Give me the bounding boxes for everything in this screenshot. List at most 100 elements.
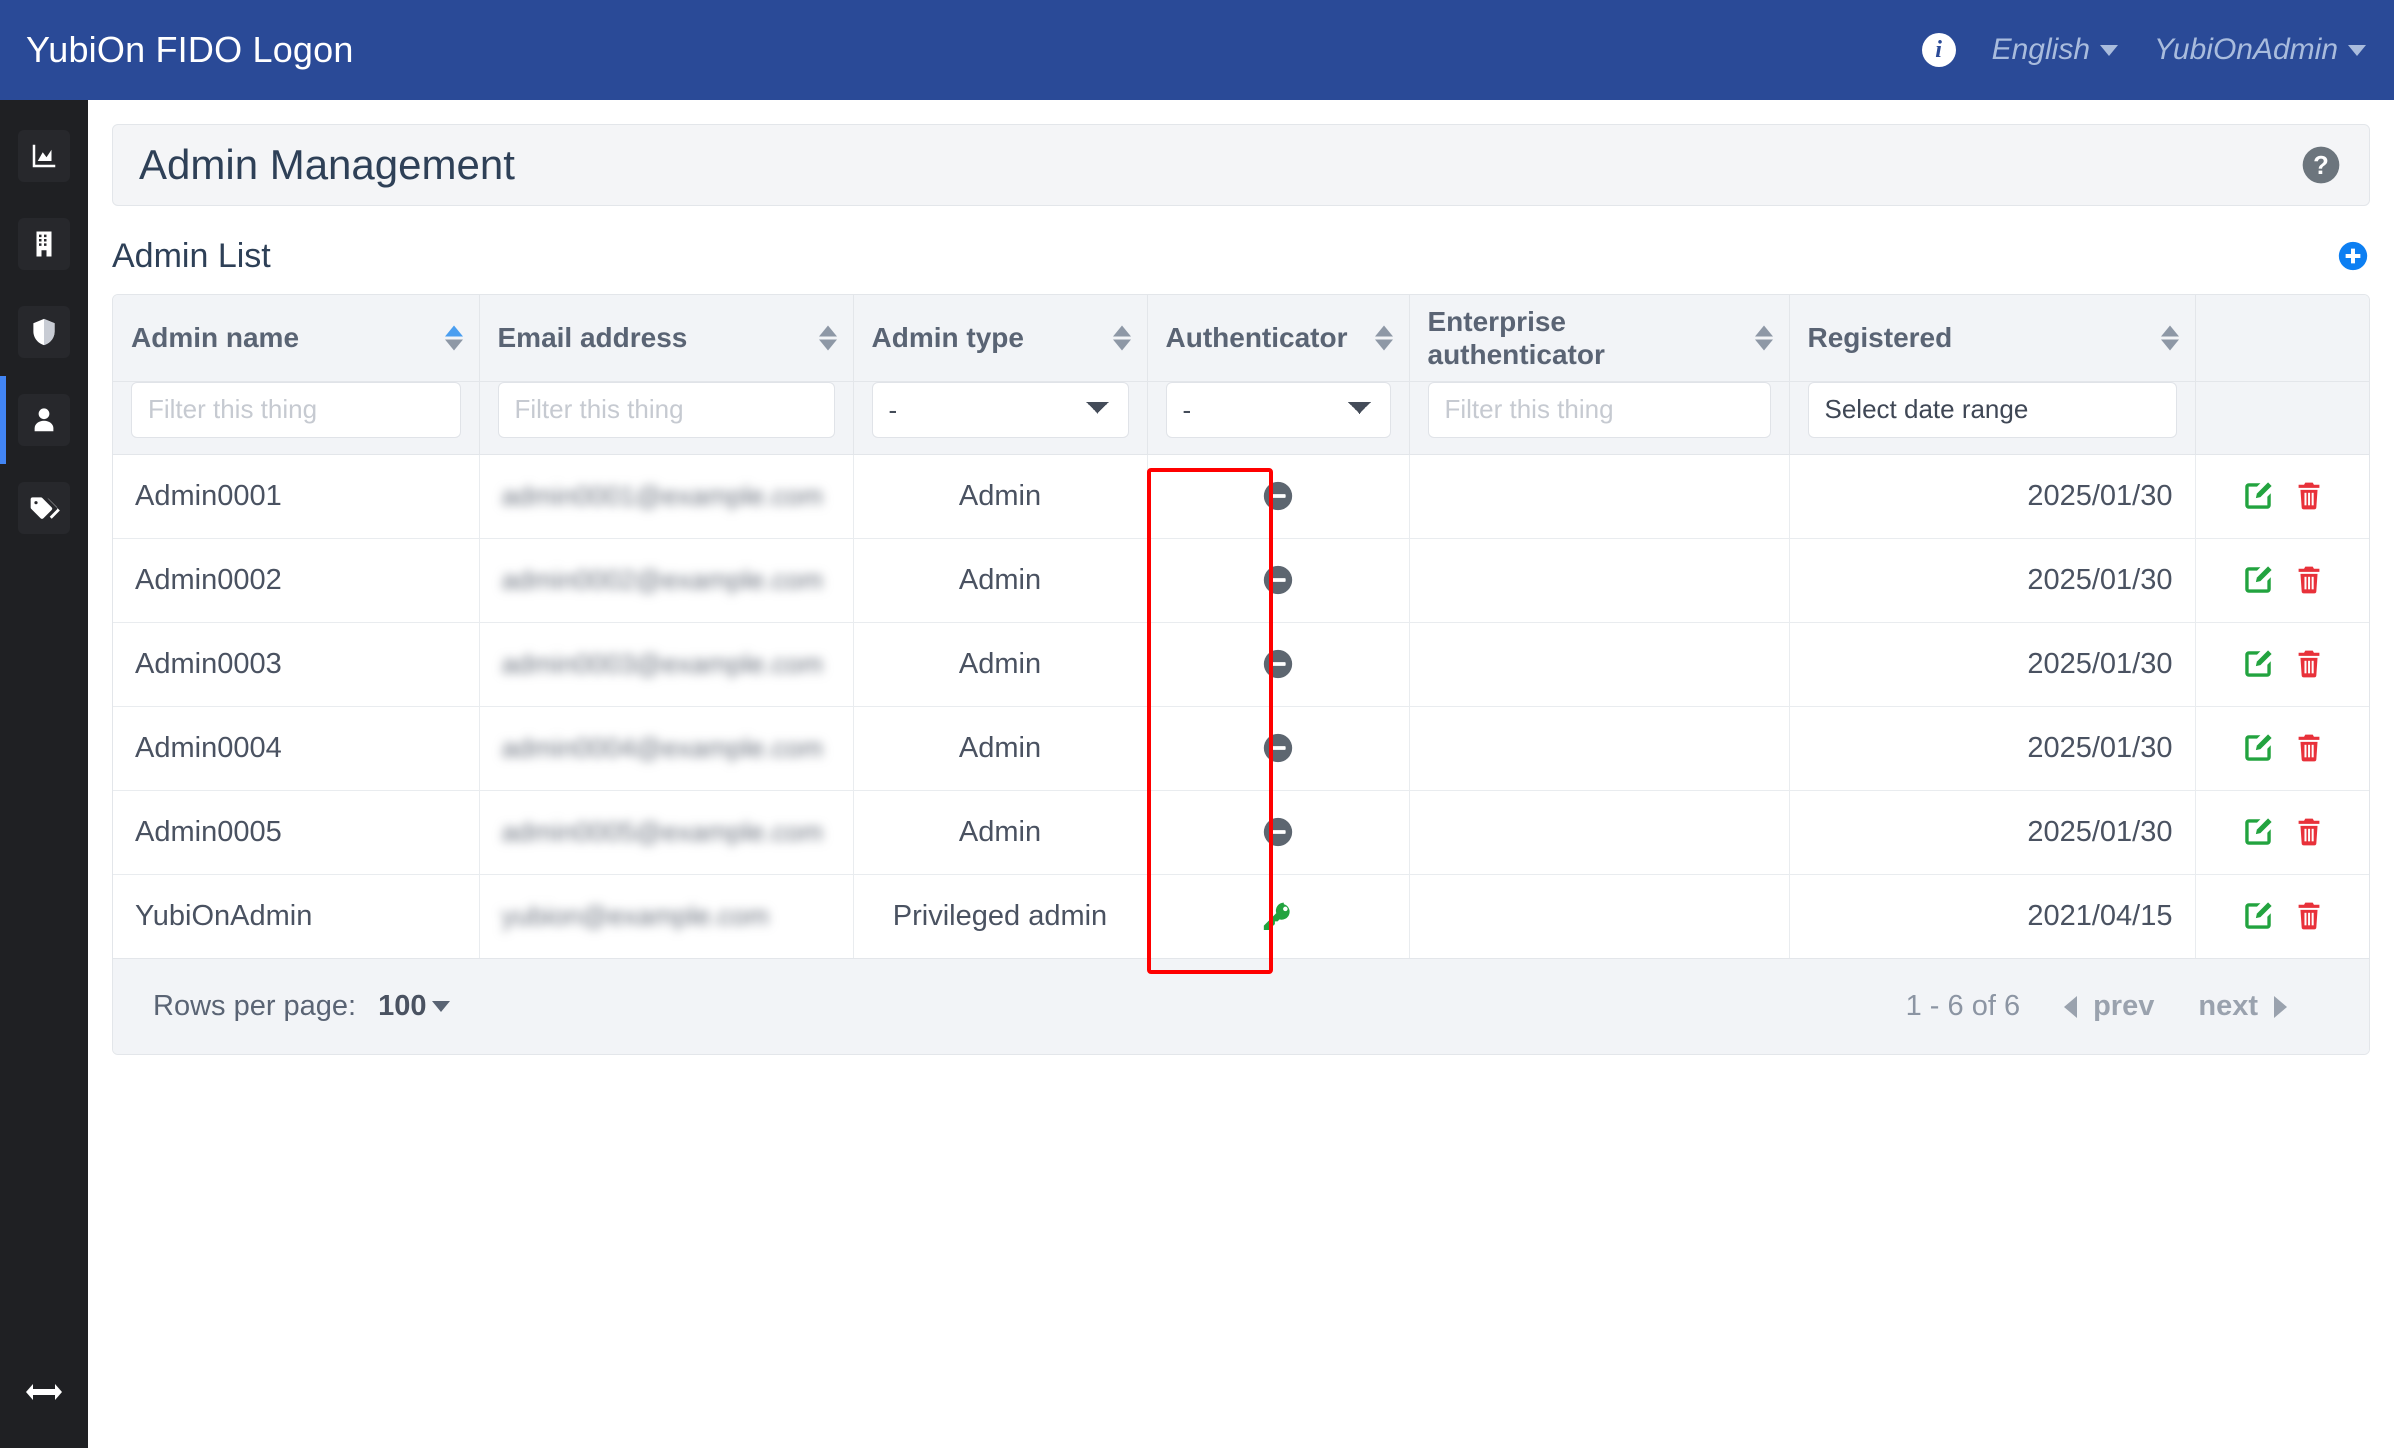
table-row[interactable]: Admin0002 admin0002@example.com Admin 20… <box>113 538 2369 623</box>
sort-toggle-admin-name[interactable] <box>444 325 463 351</box>
sidebar-item-organization[interactable] <box>0 200 88 288</box>
cell-authenticator <box>1147 538 1410 623</box>
trash-icon[interactable] <box>2293 900 2325 932</box>
table-row[interactable]: YubiOnAdmin yubion@example.com Privilege… <box>113 874 2369 958</box>
tags-icon <box>30 497 60 519</box>
navbar-right-group: i English YubiOnAdmin <box>1921 33 2394 67</box>
minus-circle-icon <box>1263 733 1293 763</box>
app-brand[interactable]: YubiOn FIDO Logon <box>26 29 354 71</box>
column-header-email-address[interactable]: Email address <box>479 295 854 382</box>
filter-select-admin-type[interactable]: - <box>871 381 1129 438</box>
sidebar-item-dashboard[interactable] <box>0 112 88 200</box>
filter-daterange-registered[interactable]: Select date range <box>1807 381 2177 438</box>
sort-toggle-admin-type[interactable] <box>1112 325 1131 351</box>
column-header-authenticator[interactable]: Authenticator <box>1147 295 1410 382</box>
chevron-left-icon <box>2064 995 2078 1018</box>
sort-toggle-authenticator[interactable] <box>1374 325 1393 351</box>
column-header-admin-type[interactable]: Admin type <box>853 295 1148 382</box>
sort-descending-icon <box>1754 339 1773 351</box>
filter-cell-enterprise-authenticator <box>1409 381 1790 455</box>
cell-enterprise-authenticator <box>1409 874 1790 958</box>
sort-toggle-registered[interactable] <box>2160 325 2179 351</box>
table-row[interactable]: Admin0001 admin0001@example.com Admin 20… <box>113 454 2369 539</box>
pen-square-icon[interactable] <box>2241 731 2275 765</box>
filter-cell-email <box>479 381 854 455</box>
cell-enterprise-authenticator <box>1409 706 1790 791</box>
admin-table: Admin name Email address Admin type Auth… <box>113 295 2369 958</box>
sidebar-item-security[interactable] <box>0 288 88 376</box>
sidebar-toggle-button[interactable] <box>0 1336 88 1448</box>
account-dropdown[interactable]: YubiOnAdmin <box>2154 33 2366 67</box>
cell-actions <box>2195 454 2369 539</box>
pen-square-icon[interactable] <box>2241 479 2275 513</box>
cell-admin-type: Admin <box>853 538 1148 623</box>
column-header-admin-name[interactable]: Admin name <box>113 295 480 382</box>
filter-input-admin-name[interactable] <box>131 381 461 438</box>
table-filter-row: - - Select date range <box>113 381 2369 455</box>
column-label: Authenticator <box>1165 322 1348 354</box>
trash-icon[interactable] <box>2293 732 2325 764</box>
cell-email: admin0004@example.com <box>479 706 854 791</box>
column-header-actions <box>2195 295 2369 382</box>
minus-circle-icon <box>1263 565 1293 595</box>
pen-square-icon[interactable] <box>2241 647 2275 681</box>
sort-descending-icon <box>1374 339 1393 351</box>
cell-admin-type: Admin <box>853 622 1148 707</box>
filter-cell-registered: Select date range <box>1789 381 2196 455</box>
cell-admin-type: Admin <box>853 790 1148 875</box>
language-dropdown[interactable]: English <box>1992 33 2119 67</box>
cell-registered: 2021/04/15 <box>1789 874 2196 958</box>
cell-enterprise-authenticator <box>1409 790 1790 875</box>
cell-admin-name: Admin0001 <box>113 454 480 539</box>
left-sidebar <box>0 100 88 1448</box>
trash-icon[interactable] <box>2293 816 2325 848</box>
info-circle-icon[interactable]: i <box>1921 33 1956 67</box>
trash-icon[interactable] <box>2293 564 2325 596</box>
rows-per-page-value: 100 <box>378 990 427 1022</box>
sort-toggle-email-address[interactable] <box>818 325 837 351</box>
column-header-enterprise-authenticator[interactable]: Enterprise authenticator <box>1409 295 1790 382</box>
cell-authenticator <box>1147 454 1410 539</box>
pen-square-icon[interactable] <box>2241 563 2275 597</box>
sidebar-item-tags[interactable] <box>0 464 88 552</box>
pagination-controls: 1 - 6 of 6 prev next <box>1906 990 2343 1023</box>
pen-square-icon[interactable] <box>2241 899 2275 933</box>
column-label: Admin type <box>871 322 1024 354</box>
table-row[interactable]: Admin0005 admin0005@example.com Admin 20… <box>113 790 2369 875</box>
column-label: Admin name <box>131 322 300 354</box>
add-admin-button[interactable] <box>2336 239 2370 273</box>
cell-actions <box>2195 874 2369 958</box>
prev-page-button[interactable]: prev <box>2064 990 2154 1023</box>
sort-descending-icon <box>444 339 463 351</box>
table-row[interactable]: Admin0003 admin0003@example.com Admin 20… <box>113 622 2369 707</box>
next-page-label: next <box>2198 990 2258 1022</box>
next-page-button[interactable]: next <box>2198 990 2287 1023</box>
cell-registered: 2025/01/30 <box>1789 454 2196 539</box>
chart-area-icon <box>32 144 56 168</box>
sort-toggle-enterprise-authenticator[interactable] <box>1754 325 1773 351</box>
table-header: Admin name Email address Admin type Auth… <box>113 295 2369 455</box>
column-header-registered[interactable]: Registered <box>1789 295 2196 382</box>
cell-admin-name: Admin0002 <box>113 538 480 623</box>
minus-circle-icon <box>1263 817 1293 847</box>
filter-cell-admin-type: - <box>853 381 1148 455</box>
help-button[interactable]: ? <box>2299 143 2343 187</box>
trash-icon[interactable] <box>2293 480 2325 512</box>
cell-email: admin0005@example.com <box>479 790 854 875</box>
filter-select-authenticator[interactable]: - <box>1165 381 1391 438</box>
table-row[interactable]: Admin0004 admin0004@example.com Admin 20… <box>113 706 2369 791</box>
rows-per-page-dropdown[interactable]: 100 <box>378 990 450 1023</box>
redacted-email: admin0001@example.com <box>501 480 824 511</box>
cell-authenticator <box>1147 706 1410 791</box>
sidebar-item-admin-management[interactable] <box>0 376 88 464</box>
page-title: Admin Management <box>139 141 515 188</box>
redacted-email: admin0002@example.com <box>501 564 824 595</box>
key-icon <box>1263 902 1290 931</box>
filter-input-email[interactable] <box>497 381 835 438</box>
trash-icon[interactable] <box>2293 648 2325 680</box>
pen-square-icon[interactable] <box>2241 815 2275 849</box>
filter-input-enterprise-authenticator[interactable] <box>1427 381 1771 438</box>
question-circle-icon: ? <box>2302 146 2340 184</box>
chevron-down-icon <box>2100 44 2119 56</box>
filter-cell-admin-name <box>113 381 480 455</box>
